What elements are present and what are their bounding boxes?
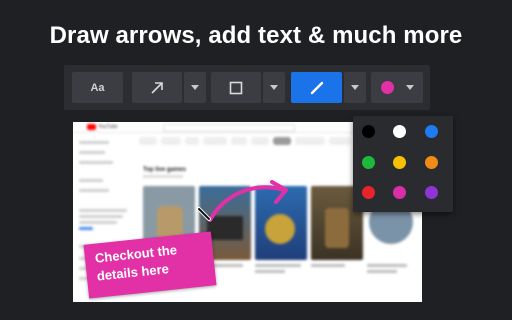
shelf-title: Top live games [143,167,186,173]
color-swatch-pink[interactable] [393,186,406,199]
color-swatch-orange[interactable] [425,156,438,169]
pencil-options-dropdown[interactable] [344,72,366,103]
chevron-down-icon [270,85,278,90]
arrow-tool-button[interactable] [132,72,182,103]
current-color-dot [380,81,394,94]
color-swatch-red[interactable] [362,186,375,199]
drawn-arrow [208,180,288,222]
color-swatch-yellow[interactable] [393,156,406,169]
search-bar [163,124,295,132]
color-picker-button[interactable] [371,72,423,103]
chevron-down-icon [191,85,199,90]
color-swatch-purple[interactable] [425,186,438,199]
text-tool-label: Aa [90,81,105,94]
pencil-cursor-icon [197,207,211,221]
arrow-icon [151,81,163,94]
youtube-logo [87,124,96,130]
pencil-icon [310,81,323,94]
rectangle-options-dropdown[interactable] [263,72,285,103]
color-swatch-green[interactable] [362,156,375,169]
text-tool-button[interactable]: Aa [72,72,123,103]
pencil-tool-button[interactable] [291,72,342,103]
rectangle-icon [229,81,243,94]
color-swatch-white[interactable] [393,125,406,138]
chevron-down-icon [405,85,414,90]
color-swatch-black[interactable] [362,125,375,138]
headline: Draw arrows, add text & much more [49,22,463,49]
color-swatch-blue[interactable] [425,125,438,138]
arrow-options-dropdown[interactable] [184,72,206,103]
rectangle-tool-button[interactable] [211,72,261,103]
site-name: YouTube [98,124,118,130]
annotation-toolbar: Aa [64,65,430,110]
chevron-down-icon [351,85,359,90]
color-palette [353,116,453,212]
